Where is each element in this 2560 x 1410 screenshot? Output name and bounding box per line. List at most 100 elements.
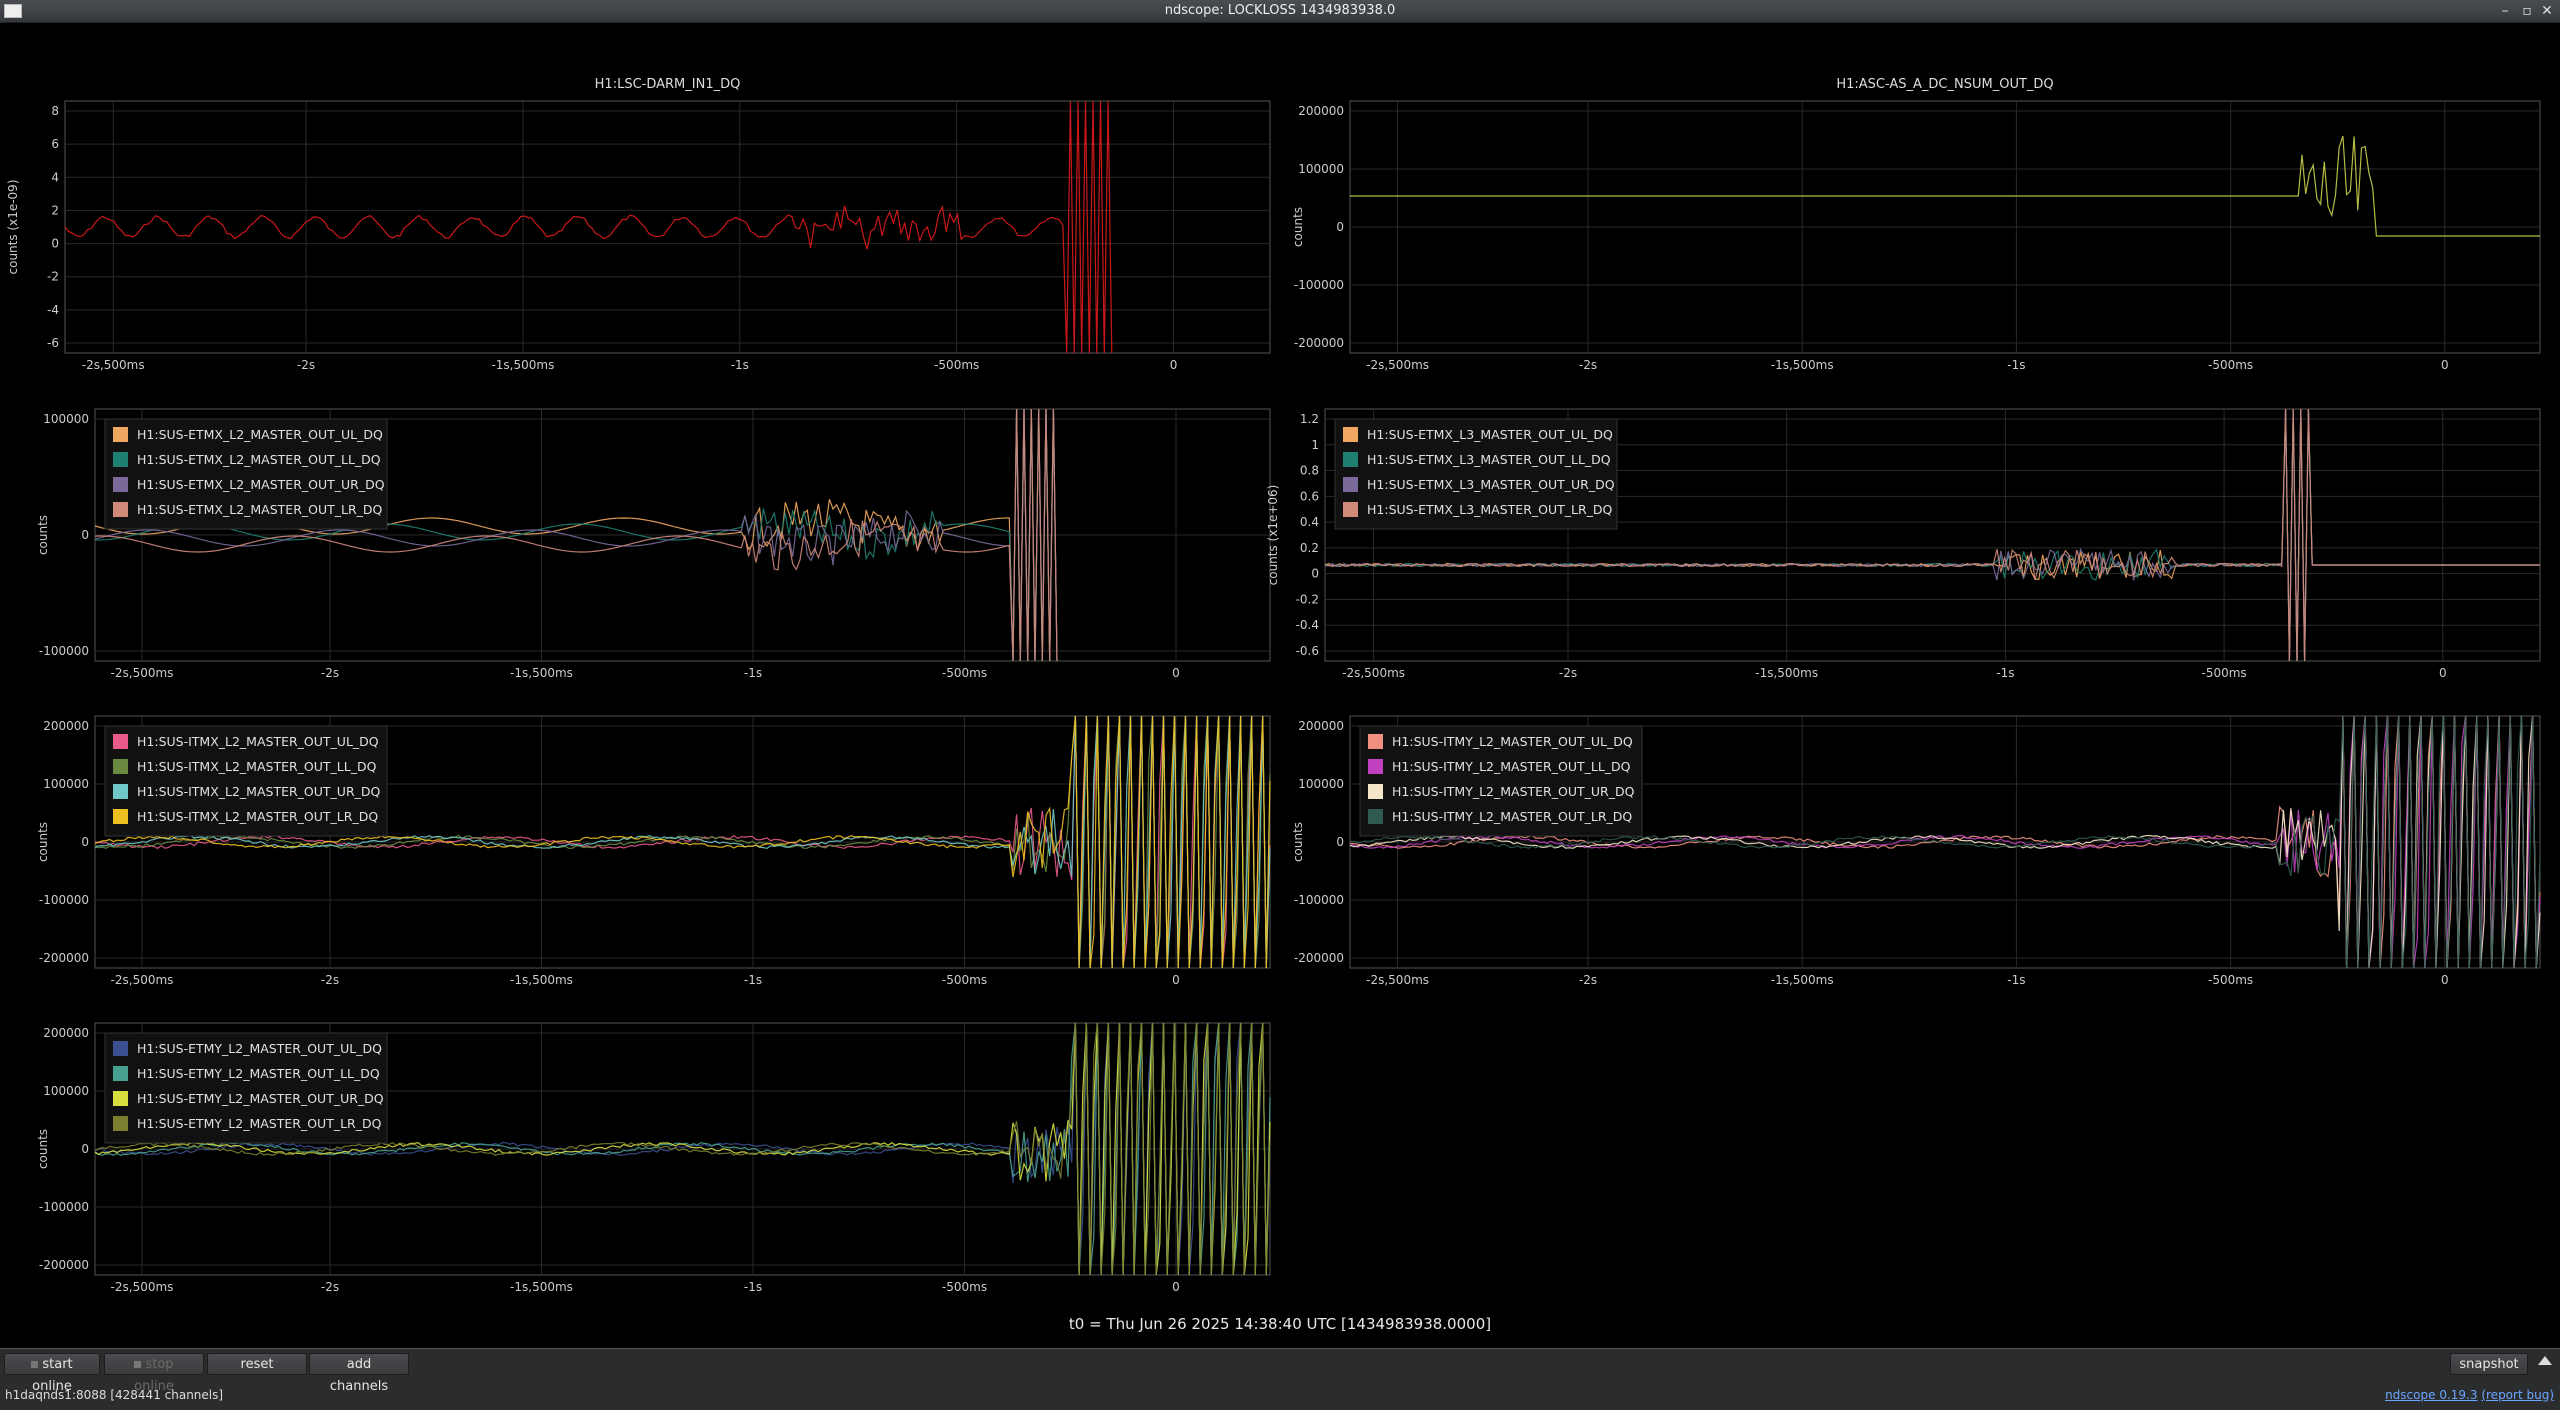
y-tick-label: 4	[51, 170, 59, 184]
legend-label: H1:SUS-ETMX_L3_MASTER_OUT_UR_DQ	[1367, 477, 1615, 492]
play-icon	[31, 1361, 39, 1368]
ndscope-link[interactable]: ndscope 0.19.3	[2385, 1388, 2477, 1402]
x-tick-label: -1s,500ms	[1771, 358, 1834, 372]
x-tick-label: -500ms	[934, 358, 979, 372]
plot-darm[interactable]: H1:LSC-DARM_IN1_DQ 8 6 4 2 0 -2 -4 -6 -2s,500ms -2…	[6, 77, 1271, 372]
close-icon[interactable]: ✕	[2538, 2, 2556, 20]
x-tick-label: -2s	[297, 358, 315, 372]
plot-asc[interactable]: H1:ASC-AS_A_DC_NSUM_OUT_DQ 200000 100000 0 -…	[1291, 77, 2541, 372]
x-tick-label: 0	[1172, 666, 1180, 680]
legend-label: H1:SUS-ETMY_L2_MASTER_OUT_UR_DQ	[137, 1091, 384, 1106]
y-tick-label: 200000	[1298, 719, 1344, 733]
x-tick-label: -2s	[1579, 973, 1597, 987]
plot-itmx_l2[interactable]: 200000 100000 0 -100000 -200000 -2s,500ms -2s -…	[36, 715, 1271, 987]
legend-swatch	[1368, 809, 1383, 824]
x-tick-label: 0	[2441, 358, 2449, 372]
x-tick-label: -1s,500ms	[491, 358, 554, 372]
legend-swatch	[113, 784, 128, 799]
legend-swatch	[1343, 502, 1358, 517]
y-tick-label: 0	[1336, 835, 1344, 849]
trace-asc-0	[1350, 135, 2540, 237]
x-tick-label: -2s,500ms	[111, 973, 174, 987]
legend-label: H1:SUS-ITMY_L2_MASTER_OUT_UL_DQ	[1392, 734, 1633, 749]
y-axis-label: counts	[36, 1129, 50, 1169]
x-tick-label: -2s,500ms	[1366, 358, 1429, 372]
x-tick-label: -1s,500ms	[510, 973, 573, 987]
x-tick-label: -1s,500ms	[1771, 973, 1834, 987]
x-tick-label: -500ms	[942, 1280, 987, 1294]
legend-label: H1:SUS-ITMX_L2_MASTER_OUT_UL_DQ	[137, 734, 379, 749]
legend-label: H1:SUS-ETMX_L2_MASTER_OUT_UR_DQ	[137, 477, 385, 492]
legend-label: H1:SUS-ITMX_L2_MASTER_OUT_LR_DQ	[137, 809, 378, 824]
x-tick-label: -500ms	[2208, 973, 2253, 987]
legend-swatch	[1343, 477, 1358, 492]
x-tick-label: -1s,500ms	[1755, 666, 1818, 680]
legend-label: H1:SUS-ITMY_L2_MASTER_OUT_LL_DQ	[1392, 759, 1631, 774]
legend-swatch	[113, 809, 128, 824]
x-tick-label: -500ms	[2202, 666, 2247, 680]
y-tick-label: 6	[51, 137, 59, 151]
snapshot-button[interactable]: snapshot	[2450, 1353, 2528, 1375]
legend-swatch	[1368, 784, 1383, 799]
y-tick-label: 100000	[1298, 777, 1344, 791]
y-axis-label: counts	[1291, 822, 1305, 862]
plot-etmx_l3[interactable]: 1.2 1 0.8 0.6 0.4 0.2 0 -0.2 -0.4 -0.6 -2s,500ms -2…	[1266, 408, 2541, 680]
report-bug-link[interactable]: (report bug)	[2481, 1388, 2554, 1402]
y-tick-label: -200000	[39, 951, 89, 965]
legend-label: H1:SUS-ETMX_L3_MASTER_OUT_LR_DQ	[1367, 502, 1613, 517]
plot-itmy_l2[interactable]: 200000 100000 0 -100000 -200000 -2s,500ms -2s -…	[1291, 715, 2541, 987]
y-tick-label: 200000	[43, 719, 89, 733]
legend-swatch	[113, 1041, 128, 1056]
y-tick-label: -0.2	[1296, 592, 1319, 606]
start-online-button[interactable]: start online	[4, 1353, 100, 1394]
plot-area[interactable]: H1:LSC-DARM_IN1_DQ 8 6 4 2 0 -2 -4 -6 -2s,500ms -2…	[0, 23, 2560, 1348]
legend-swatch	[1343, 452, 1358, 467]
y-axis-label: counts	[36, 515, 50, 555]
y-tick-label: -2	[47, 270, 59, 284]
x-tick-label: -500ms	[942, 666, 987, 680]
y-tick-label: -0.4	[1296, 618, 1319, 632]
x-tick-label: -1s,500ms	[510, 666, 573, 680]
legend-label: H1:SUS-ITMX_L2_MASTER_OUT_LL_DQ	[137, 759, 377, 774]
add-channels-button[interactable]: add channels	[309, 1353, 409, 1394]
y-tick-label: -200000	[1294, 336, 1344, 350]
plot-etmx_l2[interactable]: 100000 0 -100000 -2s,500ms -2s -1s,500ms -1s -5…	[36, 408, 1271, 680]
x-tick-label: -500ms	[942, 973, 987, 987]
maximize-icon[interactable]: ▫	[2518, 2, 2536, 20]
y-tick-label: 100000	[1298, 162, 1344, 176]
x-tick-label: -500ms	[2208, 358, 2253, 372]
y-tick-label: 100000	[43, 1084, 89, 1098]
legend-label: H1:SUS-ETMY_L2_MASTER_OUT_LL_DQ	[137, 1066, 380, 1081]
y-tick-label: 0	[51, 237, 59, 251]
y-tick-label: -0.6	[1296, 644, 1319, 658]
y-tick-label: 100000	[43, 777, 89, 791]
legend-label: H1:SUS-ETMX_L2_MASTER_OUT_UL_DQ	[137, 427, 383, 442]
y-tick-label: 0	[81, 835, 89, 849]
y-tick-label: 0	[81, 528, 89, 542]
legend-label: H1:SUS-ETMX_L2_MASTER_OUT_LL_DQ	[137, 452, 381, 467]
y-tick-label: -200000	[1294, 951, 1344, 965]
y-tick-label: -100000	[39, 1200, 89, 1214]
plot-etmy_l2[interactable]: 200000 100000 0 -100000 -200000 -2s,500ms -2s -…	[36, 1022, 1271, 1294]
minimize-icon[interactable]: –	[2496, 2, 2514, 20]
y-axis-label: counts	[1291, 207, 1305, 247]
x-tick-label: -1s	[744, 973, 762, 987]
y-tick-label: -4	[47, 303, 59, 317]
legend-label: H1:SUS-ITMX_L2_MASTER_OUT_UR_DQ	[137, 784, 381, 799]
x-tick-label: 0	[2439, 666, 2447, 680]
y-tick-label: -100000	[1294, 893, 1344, 907]
y-tick-label: -100000	[39, 893, 89, 907]
x-tick-label: 0	[2441, 973, 2449, 987]
legend-label: H1:SUS-ETMY_L2_MASTER_OUT_UL_DQ	[137, 1041, 382, 1056]
stop-icon	[134, 1361, 142, 1368]
x-tick-label: 0	[1172, 973, 1180, 987]
plots-canvas[interactable]: H1:LSC-DARM_IN1_DQ 8 6 4 2 0 -2 -4 -6 -2s,500ms -2…	[0, 23, 2560, 1348]
y-axis-label: counts (x1e-09)	[6, 179, 20, 274]
reset-button[interactable]: reset	[207, 1353, 307, 1375]
x-tick-label: -2s,500ms	[111, 1280, 174, 1294]
plot-title: H1:LSC-DARM_IN1_DQ	[595, 77, 741, 92]
window-titlebar: ndscope: LOCKLOSS 1434983938.0 – ▫ ✕	[0, 0, 2560, 23]
legend-swatch	[113, 427, 128, 442]
x-tick-label: 0	[1172, 1280, 1180, 1294]
expand-arrow-icon[interactable]	[2538, 1356, 2552, 1365]
